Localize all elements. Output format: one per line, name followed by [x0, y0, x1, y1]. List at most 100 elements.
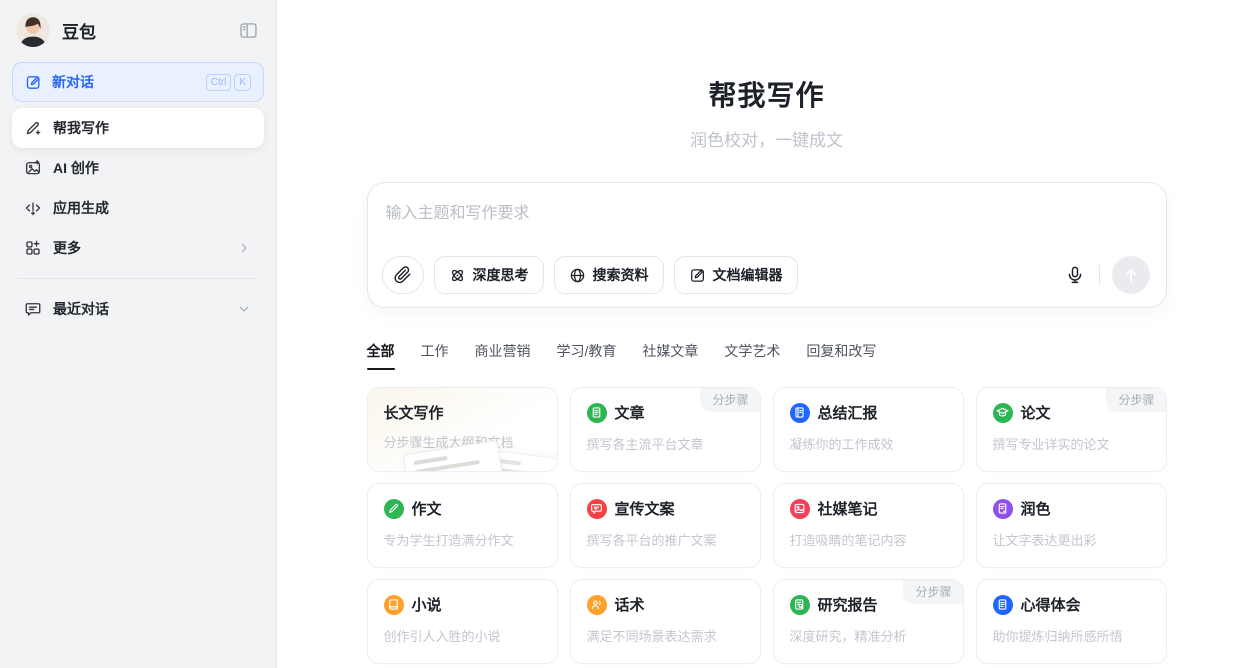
card-desc: 分步骤生成大纲和文档: [384, 432, 541, 451]
image-plus-icon: [24, 159, 42, 177]
input-toolbar: 深度思考 搜索资料 文档编辑器: [382, 256, 1150, 294]
card-head: 宣传文案: [587, 498, 744, 519]
grad-cap-icon: [993, 403, 1013, 423]
sidebar-item-recent-chats[interactable]: 最近对话: [12, 289, 264, 329]
template-card-4[interactable]: 分步骤论文撰写专业详实的论文: [976, 387, 1167, 472]
card-desc: 撰写各主流平台文章: [587, 434, 744, 453]
tool-pill-1[interactable]: 深度思考: [434, 256, 544, 294]
tab-3[interactable]: 商业营销: [475, 341, 531, 370]
tab-5[interactable]: 社媒文章: [642, 341, 698, 370]
globe-icon: [569, 267, 586, 284]
chat-icon: [24, 300, 42, 318]
doc-sparkle-icon: [993, 499, 1013, 519]
template-card-7[interactable]: 社媒笔记打造吸睛的笔记内容: [773, 483, 964, 568]
speech-icon: [587, 499, 607, 519]
code-plus-icon: [24, 199, 42, 217]
doc-heart-icon: [993, 595, 1013, 615]
sidebar-item-label: AI 创作: [53, 158, 99, 178]
sidebar-item-3[interactable]: 应用生成: [12, 188, 264, 228]
steps-badge: 分步骤: [903, 580, 962, 604]
template-card-8[interactable]: 润色让文字表达更出彩: [976, 483, 1167, 568]
pencil-write-icon: [24, 119, 42, 137]
prompt-input[interactable]: [386, 199, 1148, 251]
chevron-right-icon: [236, 240, 252, 256]
key-k: K: [234, 74, 251, 91]
card-head: 社媒笔记: [790, 498, 947, 519]
steps-badge: 分步骤: [1106, 388, 1165, 412]
toolbar-divider: [1099, 265, 1100, 285]
sidebar-item-label: 帮我写作: [53, 118, 109, 138]
tab-4[interactable]: 学习/教育: [557, 341, 617, 370]
grid-plus-icon: [24, 239, 42, 257]
toolbar-right: [1063, 256, 1150, 294]
sidebar-collapse-icon[interactable]: [236, 18, 260, 42]
sidebar-item-label: 最近对话: [53, 299, 109, 319]
tab-7[interactable]: 回复和改写: [806, 341, 876, 370]
card-title: 话术: [615, 594, 645, 615]
new-chat-button[interactable]: 新对话 Ctrl K: [12, 62, 264, 102]
template-card-10[interactable]: 话术满足不同场景表达需求: [570, 579, 761, 664]
attach-button[interactable]: [382, 256, 424, 294]
card-title: 心得体会: [1021, 594, 1081, 615]
page-title: 帮我写作: [367, 74, 1167, 114]
tool-pills: 深度思考 搜索资料 文档编辑器: [434, 256, 798, 294]
card-desc: 专为学生打造满分作文: [384, 530, 541, 549]
pencil-icon: [384, 499, 404, 519]
card-title: 作文: [412, 498, 442, 519]
main-area: 帮我写作 润色校对，一键成文 深度思考 搜索资料 文档编辑器: [277, 0, 1256, 668]
sidebar-header: 豆包: [12, 8, 264, 52]
template-card-11[interactable]: 分步骤研究报告深度研究，精准分析: [773, 579, 964, 664]
card-desc: 深度研究，精准分析: [790, 626, 947, 645]
card-head: 总结汇报: [790, 402, 947, 423]
card-title: 研究报告: [818, 594, 878, 615]
notebook-icon: [790, 403, 810, 423]
card-head: 小说: [384, 594, 541, 615]
tool-pill-label: 深度思考: [473, 265, 529, 285]
template-card-3[interactable]: 总结汇报凝练你的工作成效: [773, 387, 964, 472]
card-title: 社媒笔记: [818, 498, 878, 519]
person-talk-icon: [587, 595, 607, 615]
card-desc: 满足不同场景表达需求: [587, 626, 744, 645]
send-button[interactable]: [1112, 256, 1150, 294]
sidebar-item-4[interactable]: 更多: [12, 228, 264, 268]
mic-icon[interactable]: [1063, 263, 1087, 287]
tab-6[interactable]: 文学艺术: [724, 341, 780, 370]
key-ctrl: Ctrl: [206, 74, 232, 91]
template-card-12[interactable]: 心得体会助你提炼归纳所感所悟: [976, 579, 1167, 664]
template-card-1[interactable]: 长文写作分步骤生成大纲和文档: [367, 387, 558, 472]
template-card-9[interactable]: 小说创作引人入胜的小说: [367, 579, 558, 664]
new-chat-icon: [25, 74, 42, 91]
arrow-up-icon: [1121, 265, 1141, 285]
tool-pill-label: 搜索资料: [593, 265, 649, 285]
sidebar-item-label: 应用生成: [53, 198, 109, 218]
atom-icon: [449, 267, 466, 284]
user-avatar[interactable]: [16, 13, 50, 47]
sidebar-item-1[interactable]: 帮我写作: [12, 108, 264, 148]
page-subtitle: 润色校对，一键成文: [367, 126, 1167, 151]
card-desc: 打造吸睛的笔记内容: [790, 530, 947, 549]
prompt-input-card: 深度思考 搜索资料 文档编辑器: [367, 182, 1167, 308]
template-card-2[interactable]: 分步骤文章撰写各主流平台文章: [570, 387, 761, 472]
sidebar-divider: [18, 278, 258, 279]
card-desc: 撰写专业详实的论文: [993, 434, 1150, 453]
tool-pill-2[interactable]: 搜索资料: [554, 256, 664, 294]
card-desc: 凝练你的工作成效: [790, 434, 947, 453]
card-head: 话术: [587, 594, 744, 615]
template-card-5[interactable]: 作文专为学生打造满分作文: [367, 483, 558, 568]
shortcut-hint: Ctrl K: [206, 74, 251, 91]
paperclip-icon: [394, 266, 412, 284]
tool-pill-3[interactable]: 文档编辑器: [674, 256, 798, 294]
card-desc: 助你提炼归纳所感所悟: [993, 626, 1150, 645]
app-name: 豆包: [62, 18, 96, 43]
steps-badge: 分步骤: [700, 388, 759, 412]
template-cards-grid: 长文写作分步骤生成大纲和文档分步骤文章撰写各主流平台文章总结汇报凝练你的工作成效…: [367, 387, 1167, 668]
doc-search-icon: [790, 595, 810, 615]
tool-pill-label: 文档编辑器: [713, 265, 783, 285]
tab-1[interactable]: 全部: [367, 341, 395, 370]
sidebar-menu: 帮我写作 AI 创作应用生成更多: [12, 108, 264, 268]
tab-2[interactable]: 工作: [421, 341, 449, 370]
card-title: 论文: [1021, 402, 1051, 423]
template-card-6[interactable]: 宣传文案撰写各平台的推广文案: [570, 483, 761, 568]
card-head: 长文写作: [384, 402, 541, 423]
sidebar-item-2[interactable]: AI 创作: [12, 148, 264, 188]
